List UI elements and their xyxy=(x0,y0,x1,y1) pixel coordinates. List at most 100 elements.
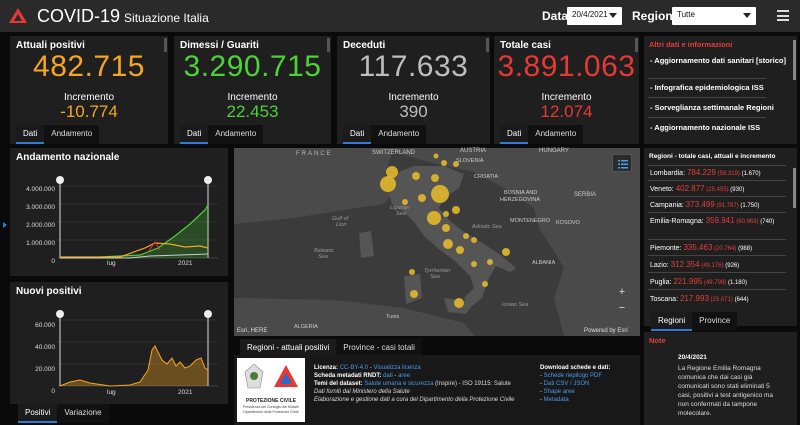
download-csv-json-link[interactable]: Dati CSV / JSON xyxy=(544,381,590,387)
tick-label: 4.000.000 xyxy=(26,186,55,193)
metadata-dati-link[interactable]: dati xyxy=(383,373,393,379)
map-label: BOSNIA AND xyxy=(504,190,538,196)
divider xyxy=(648,255,786,256)
emblem-icon xyxy=(244,363,264,389)
info-link-sorveglianza[interactable]: - Sorveglianza settimanale Regioni xyxy=(650,103,774,113)
metadata-aree-link[interactable]: aree xyxy=(398,373,410,379)
map-label: MONTENEGRO xyxy=(510,218,551,224)
kpi-value: 117.633 xyxy=(358,50,469,83)
note-text: La Regione Emilia Romagna comunica che d… xyxy=(678,365,774,417)
license-link[interactable]: CC-BY-4.0 xyxy=(340,365,368,371)
tick-label: 1.000.000 xyxy=(26,240,55,247)
tab-dati[interactable]: Dati xyxy=(16,125,45,144)
region-row-lombardia[interactable]: Lombardia: 784.229 (58.319) (1.670) xyxy=(650,168,768,179)
tab-andamento[interactable]: Andamento xyxy=(208,125,264,144)
nuovi-positivi-panel: Nuovi positivi 60.000 40.000 20.000 0 lu… xyxy=(10,282,228,404)
app-subtitle: Situazione Italia xyxy=(124,11,209,25)
kpi-increment-value: 390 xyxy=(399,102,428,121)
expand-arrow-icon[interactable] xyxy=(3,222,7,228)
logo-subtext: Presidenza del Consiglio dei Ministri xyxy=(242,405,300,409)
scrollbar[interactable] xyxy=(793,168,796,208)
map-label: ALGERIA xyxy=(294,324,318,330)
logo-text: PROTEZIONE CIVILE xyxy=(245,398,296,404)
scrollbar[interactable] xyxy=(164,38,167,52)
tab-positivi[interactable]: Positivi xyxy=(18,404,58,423)
app-title: COVID-19 Situazione Italia xyxy=(37,6,209,26)
date-select[interactable]: 20/4/2021 xyxy=(567,7,622,25)
map-label: Sea xyxy=(396,211,406,217)
divider xyxy=(648,289,786,290)
tab-dati[interactable]: Dati xyxy=(500,125,529,144)
map-label: ALBANIA xyxy=(532,260,556,266)
tab-dati[interactable]: Dati xyxy=(343,125,372,144)
legend-toggle-button[interactable] xyxy=(612,154,632,172)
protezione-civile-badge: PROTEZIONE CIVILE Presidenza del Consigl… xyxy=(237,358,305,422)
scrollbar[interactable] xyxy=(327,38,330,52)
download-metadata-link[interactable]: Metadata xyxy=(544,397,569,403)
map-label: SLOVENIA xyxy=(456,158,484,164)
x-tick-label: 2021 xyxy=(178,260,193,267)
italy-map[interactable]: FRANCE SWITZERLAND AUSTRIA HUNGARY SLOVE… xyxy=(234,148,640,336)
date-label: Data xyxy=(542,9,569,23)
tab-andamento[interactable]: Andamento xyxy=(371,125,427,144)
view-license-link[interactable]: Visualizza licenza xyxy=(374,365,421,371)
region-row-puglia[interactable]: Puglia: 221.995 (49.799) (1.180) xyxy=(650,277,768,288)
info-title: Altri dati e informazioni xyxy=(649,40,733,49)
divider xyxy=(648,180,786,181)
hamburger-menu-icon[interactable] xyxy=(777,10,789,21)
download-item: - Metadata xyxy=(540,397,569,403)
info-link-aggiornamento-iss[interactable]: - Aggiornamento nazionale ISS xyxy=(650,123,760,133)
triangle-logo-icon xyxy=(274,365,298,387)
x-tick-label: lug xyxy=(107,389,116,396)
download-pdf-link[interactable]: Schede riepilogo PDF xyxy=(544,373,602,379)
tick-label: 0 xyxy=(51,388,55,395)
map-label: HERZEGOVINA xyxy=(500,197,541,203)
kpi-increment-value: 12.074 xyxy=(540,102,593,121)
themes-line: Temi del dataset: Salute umana e sicurez… xyxy=(314,381,511,387)
tab-dati[interactable]: Dati xyxy=(180,125,209,144)
tab-andamento[interactable]: Andamento xyxy=(44,125,100,144)
tick-label: 0 xyxy=(51,258,55,265)
tick-label: 60.000 xyxy=(35,322,55,329)
map-label: SERBIA xyxy=(574,192,597,198)
regions-title: Regioni - totale casi, attuali e increme… xyxy=(649,153,776,160)
download-shape-link[interactable]: Shape aree xyxy=(544,389,575,395)
region-row-toscana[interactable]: Toscana: 217.993 (25.071) (644) xyxy=(650,294,768,305)
scrollbar[interactable] xyxy=(793,40,796,80)
kpi-tabs: Dati Andamento xyxy=(500,125,584,144)
tick-label: 20.000 xyxy=(35,366,55,373)
region-select[interactable]: Tutte xyxy=(672,7,756,25)
kpi-increment-value: 22.453 xyxy=(226,102,279,121)
region-row-campania[interactable]: Campania: 373.499 (91.787) (1.750) xyxy=(650,200,768,211)
note-date: 20/4/2021 xyxy=(678,354,707,361)
map-label: Lion xyxy=(336,222,347,228)
management-line: Elaborazione e gestione dati a cura del … xyxy=(314,397,515,403)
region-row-piemonte[interactable]: Piemonte: 335.463 (20.764) (988) xyxy=(650,243,768,254)
scrollbar[interactable] xyxy=(486,38,489,52)
info-link-infografica[interactable]: - Infografica epidemiologica ISS xyxy=(650,83,764,93)
chevron-down-icon xyxy=(743,13,751,18)
map-label: KOSOVO xyxy=(556,220,580,226)
zoom-out-button[interactable]: − xyxy=(616,302,628,314)
info-link-aggiornamento-dati[interactable]: - Aggiornamento dati sanitari [storico] xyxy=(650,56,786,66)
tab-province[interactable]: Province xyxy=(692,312,738,331)
kpi-tabs: Dati Andamento xyxy=(180,125,264,144)
zoom-in-button[interactable]: + xyxy=(616,286,628,298)
tab-andamento[interactable]: Andamento xyxy=(528,125,584,144)
source-line: Dati forniti dal Ministero della Salute xyxy=(314,389,410,395)
divider xyxy=(648,196,786,197)
andamento-nazionale-panel: Andamento nazionale 4.000.000 3.000.000 … xyxy=(10,148,228,276)
themes-link[interactable]: Salute umana e sicurezza xyxy=(364,381,433,387)
date-value: 20/4/2021 xyxy=(572,10,608,19)
region-row-veneto[interactable]: Veneto: 402.877 (25.455) (930) xyxy=(650,184,768,195)
kpi-tabs: Dati Andamento xyxy=(16,125,100,144)
kpi-increment-value: -10.774 xyxy=(60,102,118,121)
tab-regioni[interactable]: Regioni xyxy=(651,312,693,331)
tab-variazione[interactable]: Variazione xyxy=(57,404,109,423)
region-row-emilia-romagna[interactable]: Emilia-Romagna: 359.941 (60.963) (740) xyxy=(650,216,780,227)
divider xyxy=(648,78,766,79)
y-axis-ticks: 4.000.000 3.000.000 2.000.000 1.000.000 … xyxy=(14,181,55,271)
kpi-tabs: Dati Andamento xyxy=(343,125,427,144)
region-row-lazio[interactable]: Lazio: 312.354 (49.176) (926) xyxy=(650,260,768,271)
scrollbar[interactable] xyxy=(635,38,638,52)
